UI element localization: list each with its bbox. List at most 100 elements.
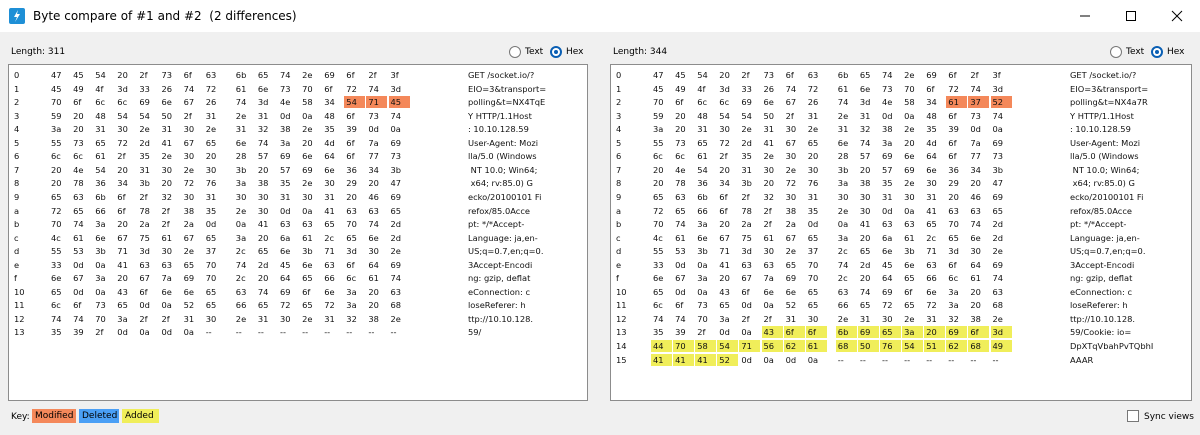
hex-byte: 3b	[837, 164, 849, 175]
row-offset: 9	[14, 191, 20, 202]
row-ascii: lla/5.0 (Windows	[468, 151, 537, 162]
hex-byte: 20	[970, 286, 981, 297]
hex-byte: 3b	[302, 246, 313, 257]
left-hex-radio[interactable]	[550, 46, 562, 58]
hex-byte: 2f	[741, 191, 750, 202]
hex-byte: 20	[859, 164, 871, 175]
hex-byte: 20	[675, 110, 686, 121]
hex-byte: 55	[51, 137, 62, 148]
row-ascii: User-Agent: Mozi	[468, 137, 539, 148]
right-text-radio[interactable]	[1110, 46, 1122, 58]
hex-byte: 4c	[653, 232, 663, 243]
hex-byte: 61	[95, 151, 106, 162]
hex-byte: 64	[882, 273, 893, 284]
hex-byte: 72	[117, 137, 128, 148]
hex-byte: 0a	[95, 259, 106, 270]
hex-row: 4 3a 20 31 30 2e 31 30 2e 31 32 38 2e 35 39 0d 0a: 10.10…	[9, 123, 587, 136]
hex-byte: 20	[51, 164, 62, 175]
row-offset: b	[616, 219, 622, 230]
hex-byte: 69	[946, 326, 968, 339]
left-text-radio[interactable]	[509, 46, 521, 58]
hex-byte: 63	[741, 259, 752, 270]
sync-views-checkbox[interactable]	[1127, 410, 1139, 422]
hex-byte: 6e	[324, 164, 335, 175]
hex-byte: 3b	[697, 246, 708, 257]
hex-byte: 36	[346, 164, 357, 175]
hex-byte: 0d	[73, 286, 84, 297]
hex-byte: 6c	[51, 300, 61, 311]
hex-byte: 38	[970, 313, 981, 324]
hex-byte: 6c	[653, 300, 663, 311]
hex-byte: 20	[859, 232, 871, 243]
row-offset: 8	[616, 178, 622, 189]
hex-byte: 6a	[882, 232, 893, 243]
hex-byte: 67	[785, 97, 797, 108]
maximize-button[interactable]	[1108, 0, 1154, 32]
hex-byte: 31	[161, 124, 173, 135]
hex-byte: 44	[651, 340, 672, 352]
hex-byte: 20	[653, 164, 664, 175]
hex-byte: 71	[117, 246, 128, 257]
hex-byte: 63	[235, 286, 247, 297]
hex-byte: 30	[205, 313, 217, 324]
hex-byte: 6f	[73, 300, 82, 311]
left-hex-radio-label: Hex	[566, 47, 584, 57]
hex-byte: 0a	[904, 205, 915, 216]
row-ascii: DpXTqVbahPvTQbhI	[1070, 341, 1154, 351]
hex-byte: 65	[859, 70, 871, 80]
hex-byte: 6e	[257, 83, 269, 94]
hex-byte: 70	[653, 97, 664, 108]
hex-byte: 31	[324, 313, 335, 324]
hex-byte: 33	[51, 259, 62, 270]
hex-byte: 6c	[719, 97, 730, 108]
hex-byte: 6a	[280, 232, 291, 243]
hex-byte: 69	[904, 164, 915, 175]
hex-byte: --	[882, 354, 888, 365]
hex-byte: 68	[992, 300, 1004, 311]
right-length-label: Length: 344	[613, 47, 668, 57]
hex-byte: 70	[51, 97, 62, 108]
hex-byte: 33	[741, 83, 752, 94]
hex-byte: 69	[280, 151, 291, 162]
hex-byte: 70	[95, 313, 106, 324]
hex-byte: 0a	[763, 300, 774, 311]
close-button[interactable]	[1154, 0, 1200, 32]
hex-byte: 2c	[837, 273, 848, 284]
hex-row: d 55 53 3b 71 3d 30 2e 37 2c 65 6e 3b 71 3d 30 2e US;q=0.…	[9, 245, 587, 258]
hex-byte: 61	[904, 232, 915, 243]
hex-byte: 6b	[95, 191, 106, 202]
row-ascii: 59/Cookie: io=	[1070, 327, 1132, 338]
hex-byte: 20	[73, 124, 84, 135]
hex-byte: 20	[117, 219, 128, 230]
hex-byte: 2e	[904, 124, 915, 135]
hex-byte: 53	[73, 246, 84, 257]
hex-byte: 0a	[235, 219, 247, 230]
row-offset: 3	[616, 110, 622, 121]
hex-byte: 65	[807, 232, 819, 243]
hex-byte: 6e	[95, 232, 106, 243]
hex-byte: 6c	[653, 151, 663, 162]
row-ascii: NT 10.0; Win64;	[468, 164, 538, 175]
hex-byte: 2f	[161, 313, 170, 324]
hex-byte: 30	[368, 246, 379, 257]
left-hex-view[interactable]: 0 47 45 54 20 2f 73 6f 63 6b 65 74 2e 69 6f 2f 3f GET /so…	[8, 64, 588, 401]
minimize-button[interactable]	[1062, 0, 1108, 32]
hex-byte: 0a	[807, 354, 819, 365]
hex-byte: 0a	[741, 327, 752, 338]
hex-byte: 78	[73, 178, 84, 189]
hex-byte: 6e	[763, 286, 774, 297]
hex-byte: 73	[992, 151, 1004, 162]
row-offset: 5	[616, 137, 622, 148]
hex-byte: 6e	[51, 273, 62, 284]
right-hex-radio[interactable]	[1151, 46, 1163, 58]
hex-byte: 72	[346, 83, 357, 94]
hex-byte: 35	[926, 124, 937, 135]
hex-byte: 6f	[948, 70, 957, 80]
hex-byte: 69	[741, 97, 752, 108]
right-hex-view[interactable]: 0 47 45 54 20 2f 73 6f 63 6b 65 74 2e 69 6f 2f 3f GET /so…	[610, 64, 1192, 401]
hex-byte: 2f	[741, 313, 750, 324]
hex-byte: 30	[785, 124, 797, 135]
hex-byte: 4f	[95, 83, 104, 94]
hex-byte: 72	[324, 300, 335, 311]
hex-byte: 77	[368, 151, 379, 162]
